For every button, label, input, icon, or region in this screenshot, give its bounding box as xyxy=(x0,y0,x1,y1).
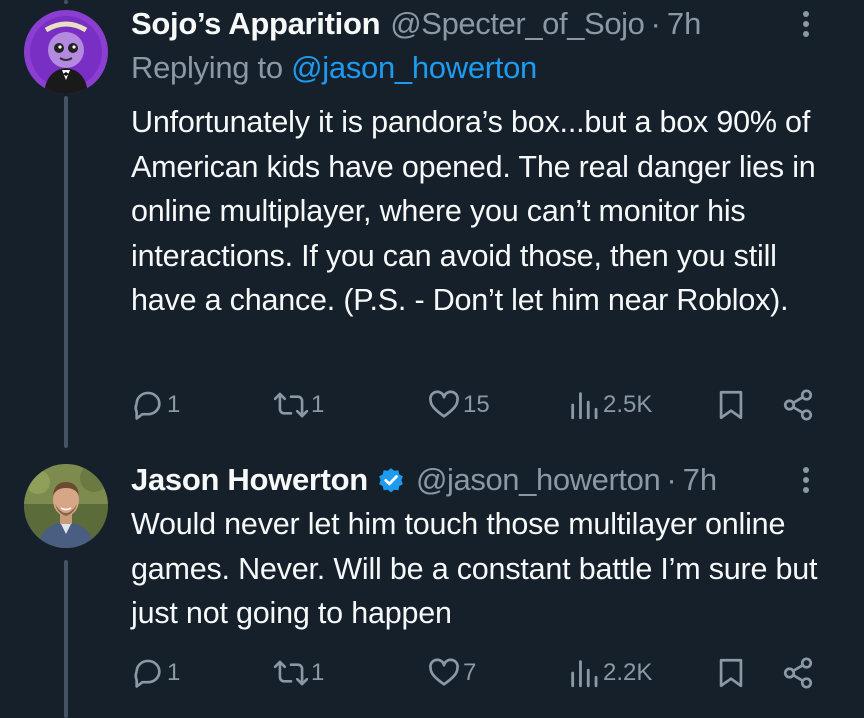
thread-connector-top xyxy=(64,0,68,4)
repost-count: 1 xyxy=(311,659,325,686)
bookmark-button[interactable] xyxy=(714,653,748,693)
reply-count: 1 xyxy=(167,659,181,686)
bookmark-icon xyxy=(719,658,743,688)
replying-to: Replying to @jason_howerton xyxy=(131,50,537,86)
thread-connector-bottom xyxy=(64,560,68,718)
tweet-2-text: Would never let him touch those multilay… xyxy=(131,507,818,630)
reply-count: 1 xyxy=(167,391,181,418)
reply-button[interactable]: 1 xyxy=(131,385,180,425)
tweet-2-header: Jason Howerton @jason_howerton · 7h xyxy=(131,458,821,502)
like-button[interactable]: 15 xyxy=(427,385,490,425)
user-handle[interactable]: @Specter_of_Sojo xyxy=(390,6,645,42)
repost-button[interactable]: 1 xyxy=(273,653,324,693)
views-button[interactable]: 2.2K xyxy=(567,653,652,693)
avatar-image xyxy=(24,464,108,548)
share-button[interactable] xyxy=(781,385,815,425)
share-icon xyxy=(783,389,813,421)
replying-to-label: Replying to xyxy=(131,50,283,85)
tweet-1-text: Unfortunately it is pandora’s box...but … xyxy=(131,105,816,317)
bookmark-button[interactable] xyxy=(714,385,748,425)
more-icon[interactable] xyxy=(791,463,821,497)
repost-icon xyxy=(273,660,309,686)
repost-button[interactable]: 1 xyxy=(273,385,324,425)
like-count: 7 xyxy=(463,659,477,686)
views-count: 2.2K xyxy=(603,659,653,686)
views-button[interactable]: 2.5K xyxy=(567,385,652,425)
separator-dot: · xyxy=(650,6,661,41)
views-icon xyxy=(571,660,598,688)
verified-badge-icon[interactable] xyxy=(376,465,406,495)
more-icon[interactable] xyxy=(791,7,821,41)
repost-icon xyxy=(273,392,309,418)
user-handle[interactable]: @jason_howerton xyxy=(416,462,661,498)
tweet-2-actions: 1 1 7 2.2K xyxy=(131,653,831,693)
tweet-1-header: Sojo’s Apparition @Specter_of_Sojo · 7h xyxy=(131,2,821,46)
thread-connector xyxy=(64,96,68,448)
like-button[interactable]: 7 xyxy=(427,653,476,693)
reply-icon xyxy=(134,659,161,688)
like-count: 15 xyxy=(463,391,490,418)
views-icon xyxy=(571,392,598,420)
repost-count: 1 xyxy=(311,391,325,418)
display-name[interactable]: Jason Howerton xyxy=(131,462,368,498)
reply-icon xyxy=(134,391,161,420)
timestamp[interactable]: 7h xyxy=(683,462,717,498)
avatar-jason-howerton[interactable] xyxy=(24,464,108,548)
like-icon xyxy=(429,658,459,686)
share-icon xyxy=(783,657,813,689)
avatar-sojos-apparition[interactable] xyxy=(24,10,108,94)
timestamp[interactable]: 7h xyxy=(667,6,701,42)
tweet-1-actions: 1 1 15 2.5K xyxy=(131,385,831,425)
display-name[interactable]: Sojo’s Apparition xyxy=(131,6,381,42)
separator-dot: · xyxy=(666,462,677,497)
like-icon xyxy=(429,390,459,418)
reply-mention-link[interactable]: @jason_howerton xyxy=(291,50,537,85)
share-button[interactable] xyxy=(781,653,815,693)
reply-button[interactable]: 1 xyxy=(131,653,180,693)
views-count: 2.5K xyxy=(603,391,653,418)
bookmark-icon xyxy=(719,390,743,420)
avatar-image xyxy=(24,10,108,94)
